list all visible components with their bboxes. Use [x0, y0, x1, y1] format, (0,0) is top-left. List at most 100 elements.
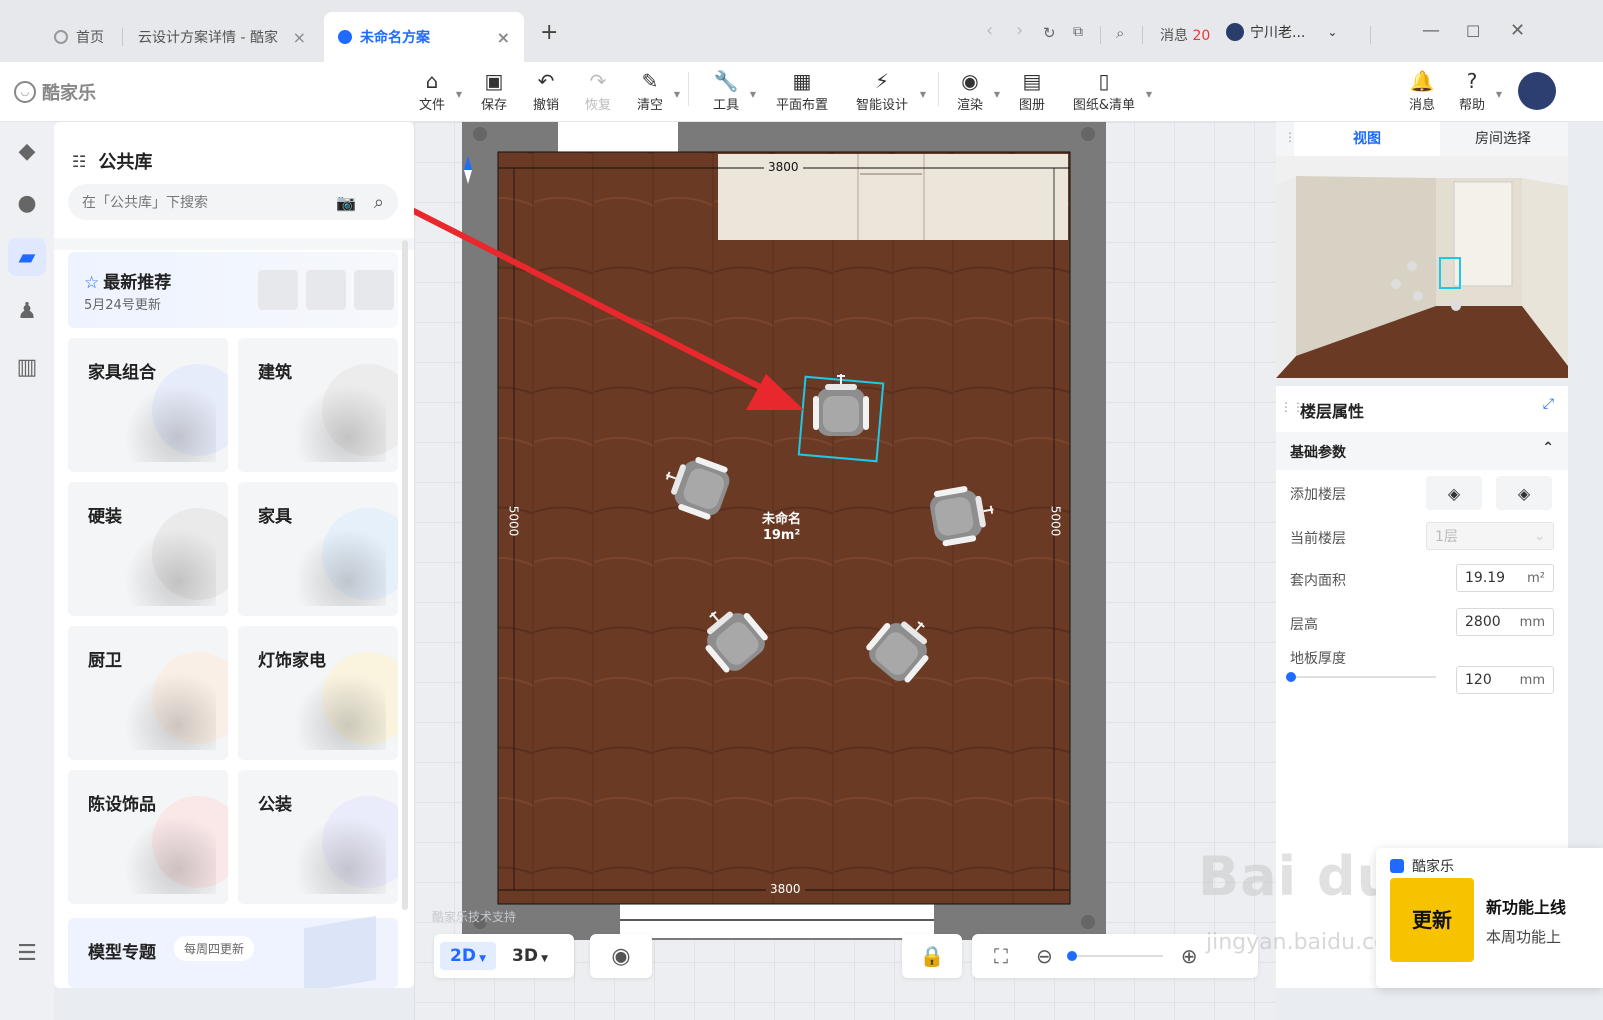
topic-decor	[304, 915, 376, 988]
basic-params-section[interactable]: 基础参数 ⌃	[1276, 432, 1568, 470]
layers-icon[interactable]: ◆	[8, 132, 46, 170]
category-image	[120, 668, 216, 750]
chevron-down-icon: ⌄	[1534, 528, 1545, 544]
copy-icon[interactable]: ⧉	[1073, 24, 1083, 40]
drawings-list-button[interactable]: ▯ 图纸&清单 ▼	[1064, 68, 1152, 113]
slider-knob[interactable]	[1286, 672, 1296, 682]
close-icon[interactable]: ×	[497, 28, 510, 47]
category-card[interactable]: 公装	[238, 770, 398, 904]
render-button[interactable]: ◉ 渲染 ▼	[938, 68, 1002, 113]
category-card[interactable]: 厨卫	[68, 626, 228, 760]
inner-area-field[interactable]: 19.19 m²	[1456, 564, 1554, 592]
category-card[interactable]: 建筑	[238, 338, 398, 472]
close-window-icon[interactable]: ✕	[1510, 20, 1525, 41]
current-floor-label: 当前楼层	[1290, 531, 1346, 547]
tab-home[interactable]: 首页	[40, 12, 120, 62]
tab-unnamed-plan[interactable]: 未命名方案 ×	[324, 12, 524, 62]
recommend-thumb[interactable]	[354, 270, 394, 310]
new-tab-button[interactable]: +	[540, 20, 558, 45]
layers-icon: ◈	[1517, 483, 1531, 503]
category-card[interactable]: 硬装	[68, 482, 228, 616]
tab-room-select[interactable]: 房间选择	[1430, 122, 1576, 156]
latest-recommend-card[interactable]: ☆ 最新推荐 5月24号更新	[68, 252, 398, 328]
avatar[interactable]	[1518, 72, 1556, 110]
search-icon[interactable]: ⌕	[1116, 24, 1124, 42]
category-card[interactable]: 家具组合	[68, 338, 228, 472]
bulb-icon[interactable]: ●	[8, 184, 46, 222]
app-logo: ◡ 酷家乐	[14, 79, 96, 105]
plan-tab-icon	[338, 30, 352, 44]
model-topic-card[interactable]: 模型专题 每周四更新	[68, 915, 398, 988]
recommend-thumb[interactable]	[258, 270, 298, 310]
category-image	[120, 524, 216, 606]
close-icon[interactable]: ×	[293, 28, 306, 47]
cabinet-icon[interactable]: ▥	[8, 348, 46, 386]
mode-2d-button[interactable]: 2D ▼	[440, 942, 497, 970]
feature-notification[interactable]: 酷家乐 更新 新功能上线 本周功能上	[1376, 848, 1603, 988]
maximize-icon[interactable]: ☐	[1466, 22, 1480, 41]
panel-toggle-icon[interactable]: ☰	[8, 934, 46, 972]
slab-thickness-label: 地板厚度	[1290, 651, 1346, 667]
user-menu[interactable]: 宁川老... ⌄	[1226, 22, 1337, 42]
list-icon: ☷	[72, 151, 87, 171]
slab-thickness-slider[interactable]	[1286, 672, 1436, 682]
eraser-icon: ✎	[641, 69, 659, 93]
floor-layout-button[interactable]: ▦ 平面布置	[766, 68, 838, 113]
floor-plan[interactable]	[414, 122, 1276, 1020]
clear-button[interactable]: ✎ 清空 ▼	[618, 68, 682, 113]
tab-label: 云设计方案详情 - 酷家	[138, 30, 278, 46]
current-floor-select[interactable]: 1层 ⌄	[1426, 522, 1554, 550]
refresh-icon[interactable]: ↻	[1043, 24, 1056, 42]
back-icon[interactable]: ‹	[986, 20, 993, 41]
smart-design-button[interactable]: ⚡ 智能设计 ▼	[846, 68, 926, 113]
fit-view-icon[interactable]: ⛶	[994, 944, 1008, 968]
category-card[interactable]: 陈设饰品	[68, 770, 228, 904]
app-icon	[1390, 859, 1404, 873]
home-tab-icon	[54, 30, 68, 44]
library-scrollbar[interactable]	[402, 240, 408, 910]
zoom-slider[interactable]	[1066, 951, 1163, 961]
document-icon: ▯	[1098, 69, 1110, 93]
zoom-in-icon[interactable]: ⊕	[1181, 944, 1198, 968]
tab-label: 首页	[76, 30, 104, 46]
sofa-icon[interactable]: ▰	[8, 238, 46, 276]
room-label[interactable]: 未命名 19m²	[762, 512, 801, 544]
user-icon[interactable]: ♟	[8, 292, 46, 330]
dimension-right: 5000	[1048, 505, 1063, 537]
file-button[interactable]: ⌂ 文件 ▼	[400, 68, 464, 113]
slab-thickness-field[interactable]: 120 mm	[1456, 666, 1554, 694]
visibility-button[interactable]: ◉	[590, 934, 652, 978]
category-card[interactable]: 灯饰家电	[238, 626, 398, 760]
category-label: 公装	[258, 795, 292, 815]
mode-3d-button[interactable]: 3D ▼	[502, 942, 558, 970]
dimension-left: 5000	[506, 505, 521, 537]
library-search[interactable]: 在「公共库」下搜索 📷 ⌕	[68, 184, 398, 220]
floor-height-field[interactable]: 2800 mm	[1456, 608, 1554, 636]
album-button[interactable]: ▤ 图册	[1000, 68, 1064, 113]
3d-preview[interactable]	[1276, 156, 1568, 378]
messages-count: 20	[1192, 28, 1211, 44]
logo-icon: ◡	[14, 81, 36, 103]
minimize-icon[interactable]: —	[1422, 20, 1440, 41]
tab-cloud-design[interactable]: 云设计方案详情 - 酷家 ×	[124, 12, 320, 62]
library-title: ☷ 公共库	[72, 151, 153, 174]
design-canvas[interactable]: 3800 3800 5000 5000 未命名 19m² 酷家乐技术支持	[414, 122, 1276, 1020]
add-floor-above-button[interactable]: ◈	[1426, 476, 1482, 510]
camera-search-icon[interactable]: 📷	[336, 193, 356, 212]
add-floor-below-button[interactable]: ◈	[1496, 476, 1552, 510]
search-icon[interactable]: ⌕	[374, 192, 384, 213]
door-top	[558, 122, 678, 154]
tab-view[interactable]: 视图	[1294, 122, 1440, 156]
zoom-out-icon[interactable]: ⊖	[1036, 944, 1053, 968]
expand-icon[interactable]: ⤢	[1543, 396, 1554, 412]
tools-button[interactable]: 🔧 工具 ▼	[694, 68, 758, 113]
category-card[interactable]: 家具	[238, 482, 398, 616]
zoom-knob[interactable]	[1066, 951, 1077, 961]
help-button[interactable]: ? 帮助 ▼	[1440, 68, 1504, 113]
lock-icon: 🔒	[919, 944, 945, 968]
lock-button[interactable]: 🔒	[902, 934, 962, 978]
recommend-thumb[interactable]	[306, 270, 346, 310]
messages-link[interactable]: 消息 20	[1160, 25, 1210, 45]
forward-icon[interactable]: ›	[1016, 20, 1023, 41]
eye-icon: ◉	[611, 943, 631, 969]
